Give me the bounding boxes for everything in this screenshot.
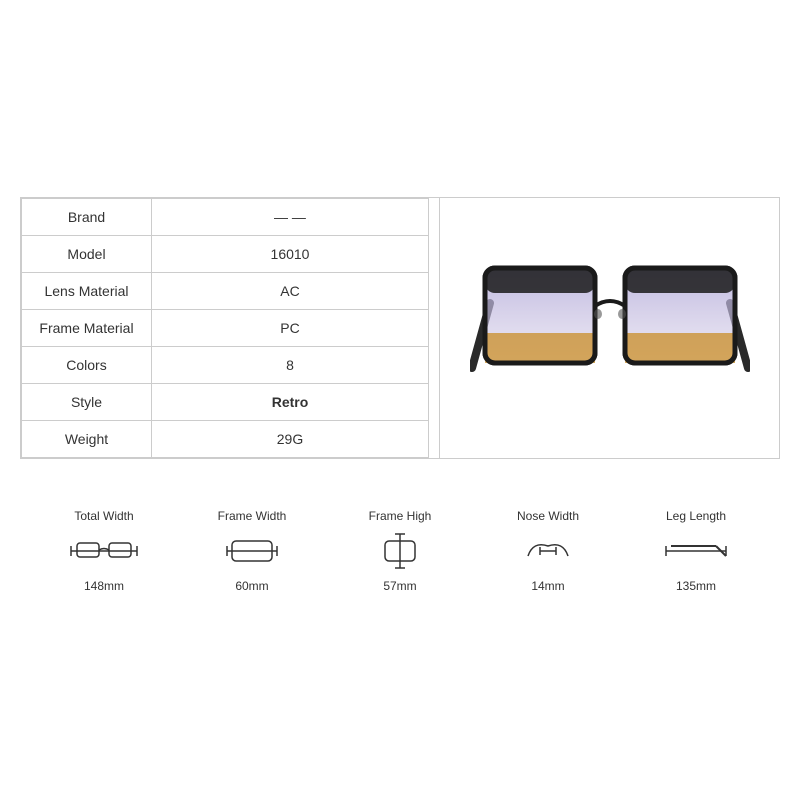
specs-table: Brand— —Model16010Lens MaterialACFrame M… [21, 198, 429, 458]
spec-value: PC [152, 310, 429, 347]
spec-value: Retro [152, 384, 429, 421]
top-section: Brand— —Model16010Lens MaterialACFrame M… [20, 197, 780, 459]
dimension-icon [661, 531, 731, 571]
dimension-value: 135mm [676, 579, 716, 593]
spec-value: — — [152, 199, 429, 236]
spec-label: Frame Material [22, 310, 152, 347]
spec-label: Colors [22, 347, 152, 384]
dimension-item: Nose Width 14mm [513, 509, 583, 593]
dimension-icon [365, 531, 435, 571]
dimension-value: 57mm [383, 579, 416, 593]
spec-label: Lens Material [22, 273, 152, 310]
dimensions-section: Total Width 148mm Frame Width 60mm Frame H… [20, 489, 780, 603]
dimension-item: Frame High 57mm [365, 509, 435, 593]
spec-label: Brand [22, 199, 152, 236]
dimension-label: Leg Length [666, 509, 726, 523]
dimension-item: Total Width 148mm [69, 509, 139, 593]
sunglasses-image [470, 238, 750, 418]
dimension-item: Leg Length 135mm [661, 509, 731, 593]
spec-label: Weight [22, 421, 152, 458]
image-panel [439, 198, 779, 458]
dimension-label: Total Width [74, 509, 133, 523]
dimension-value: 14mm [531, 579, 564, 593]
spec-value: AC [152, 273, 429, 310]
dimension-icon [69, 531, 139, 571]
dimension-value: 60mm [235, 579, 268, 593]
dimension-icon [217, 531, 287, 571]
dimension-value: 148mm [84, 579, 124, 593]
dimension-label: Nose Width [517, 509, 579, 523]
main-container: Brand— —Model16010Lens MaterialACFrame M… [20, 197, 780, 603]
spec-value: 8 [152, 347, 429, 384]
spec-value: 16010 [152, 236, 429, 273]
spec-label: Style [22, 384, 152, 421]
spec-value: 29G [152, 421, 429, 458]
dimension-item: Frame Width 60mm [217, 509, 287, 593]
spec-label: Model [22, 236, 152, 273]
dimension-label: Frame Width [218, 509, 287, 523]
dimension-icon [513, 531, 583, 571]
dimension-label: Frame High [369, 509, 432, 523]
